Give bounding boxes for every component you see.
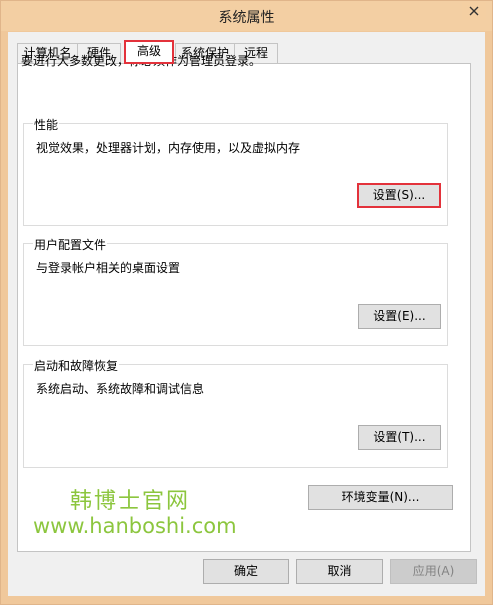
tab-advanced[interactable]: 高级 (124, 40, 174, 64)
watermark-site-name: 韩博士官网 (70, 489, 191, 514)
ok-button[interactable]: 确定 (203, 559, 289, 584)
title-bar[interactable]: 系统属性 (1, 1, 492, 31)
apply-button[interactable]: 应用(A) (390, 559, 477, 584)
group-description: 与登录帐户相关的桌面设置 (36, 261, 181, 275)
close-button[interactable] (462, 2, 486, 20)
startup-recovery-group: 启动和故障恢复 系统启动、系统故障和调试信息 (23, 357, 448, 468)
performance-group: 性能 视觉效果，处理器计划，内存使用，以及虚拟内存 (23, 116, 448, 226)
group-description: 视觉效果，处理器计划，内存使用，以及虚拟内存 (36, 141, 301, 155)
group-title: 启动和故障恢复 (33, 357, 120, 374)
user-profiles-settings-button[interactable]: 设置(E)... (358, 304, 441, 329)
environment-variables-button[interactable]: 环境变量(N)... (308, 485, 453, 510)
cancel-button[interactable]: 取消 (296, 559, 383, 584)
close-icon (469, 6, 479, 16)
watermark-url: www.hanboshi.com (33, 514, 237, 538)
user-profiles-group: 用户配置文件 与登录帐户相关的桌面设置 (23, 236, 448, 346)
window-title: 系统属性 (218, 10, 275, 26)
tab-label: 高级 (136, 44, 161, 58)
startup-recovery-settings-button[interactable]: 设置(T)... (358, 425, 441, 450)
performance-settings-button[interactable]: 设置(S)... (357, 183, 441, 208)
group-title: 性能 (33, 116, 60, 133)
group-description: 系统启动、系统故障和调试信息 (36, 382, 205, 396)
group-title: 用户配置文件 (33, 236, 108, 253)
